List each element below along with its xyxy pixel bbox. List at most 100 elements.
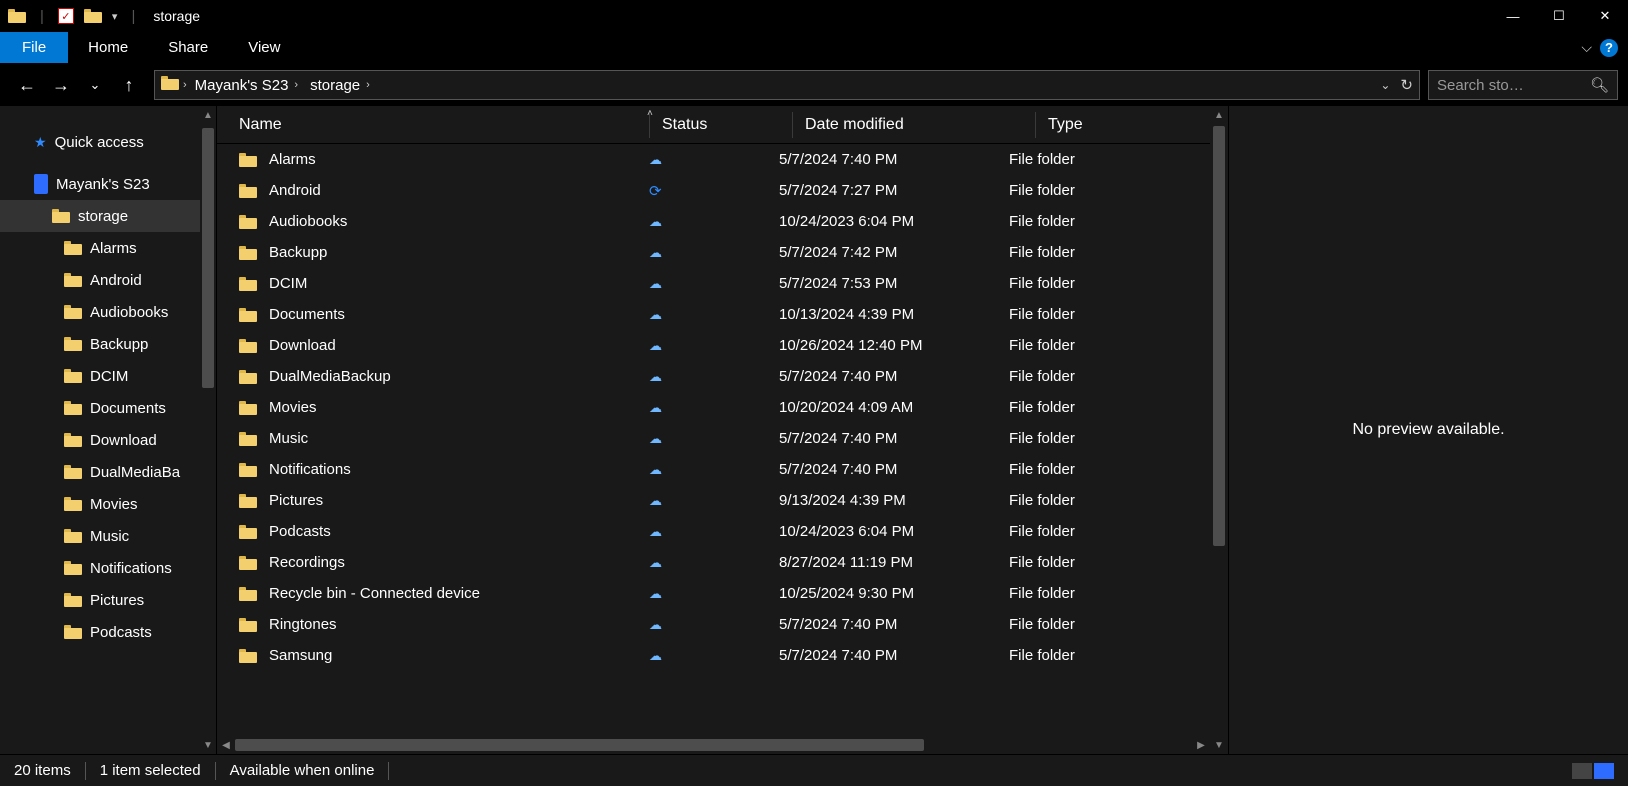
tree-storage[interactable]: storage (0, 200, 216, 232)
tree-item[interactable]: Download (0, 424, 216, 456)
table-row[interactable]: Recycle bin - Connected device☁10/25/202… (217, 578, 1210, 609)
tree-item[interactable]: Movies (0, 488, 216, 520)
file-type: File folder (1009, 399, 1159, 416)
folder-icon (239, 587, 257, 601)
horizontal-scrollbar[interactable]: ◀ ▶ (217, 736, 1210, 754)
tree-item[interactable]: Backupp (0, 328, 216, 360)
file-date: 5/7/2024 7:42 PM (779, 244, 1009, 261)
table-row[interactable]: Android⟳5/7/2024 7:27 PMFile folder (217, 175, 1210, 206)
column-date[interactable]: Date modified (805, 116, 1035, 134)
folder-icon (239, 649, 257, 663)
up-button[interactable]: ↑ (118, 75, 140, 96)
scroll-left-icon[interactable]: ◀ (217, 736, 235, 754)
qat-dropdown-icon[interactable]: ▾ (112, 10, 118, 23)
tab-file[interactable]: File (0, 32, 68, 63)
minimize-button[interactable]: — (1490, 0, 1536, 32)
table-row[interactable]: Ringtones☁5/7/2024 7:40 PMFile folder (217, 609, 1210, 640)
column-separator[interactable] (1035, 112, 1036, 138)
table-row[interactable]: Recordings☁8/27/2024 11:19 PMFile folder (217, 547, 1210, 578)
cloud-icon: ☁ (649, 400, 662, 415)
address-bar[interactable]: › Mayank's S23› storage› ⌄ ↻ (154, 70, 1420, 100)
file-type: File folder (1009, 523, 1159, 540)
column-name[interactable]: Name (239, 116, 649, 134)
tree-item[interactable]: Podcasts (0, 616, 216, 648)
tree-device[interactable]: Mayank's S23 (0, 168, 216, 200)
file-name: Podcasts (269, 523, 331, 540)
table-row[interactable]: DualMediaBackup☁5/7/2024 7:40 PMFile fol… (217, 361, 1210, 392)
tree-item[interactable]: DCIM (0, 360, 216, 392)
list-scrollbar[interactable]: ▲ ▼ (1210, 106, 1228, 754)
scroll-right-icon[interactable]: ▶ (1192, 736, 1210, 754)
maximize-button[interactable]: ☐ (1536, 0, 1582, 32)
column-label: Date modified (805, 116, 904, 133)
table-row[interactable]: Backupp☁5/7/2024 7:42 PMFile folder (217, 237, 1210, 268)
file-date: 10/20/2024 4:09 AM (779, 399, 1009, 416)
tree-quick-access[interactable]: ★ Quick access (0, 126, 216, 158)
column-type[interactable]: Type (1048, 116, 1198, 134)
properties-icon[interactable]: ✓ (58, 8, 74, 24)
view-details-button[interactable] (1572, 763, 1592, 779)
ribbon-expand-icon[interactable]: ⌵ (1581, 39, 1592, 56)
tree-item[interactable]: Documents (0, 392, 216, 424)
column-status[interactable]: Status (662, 116, 792, 134)
table-row[interactable]: Music☁5/7/2024 7:40 PMFile folder (217, 423, 1210, 454)
scroll-down-icon[interactable]: ▼ (1210, 736, 1228, 754)
chevron-right-icon[interactable]: › (366, 79, 370, 91)
scroll-down-icon[interactable]: ▼ (200, 736, 216, 754)
cloud-icon: ☁ (649, 245, 662, 260)
cloud-icon: ☁ (649, 276, 662, 291)
table-row[interactable]: DCIM☁5/7/2024 7:53 PMFile folder (217, 268, 1210, 299)
folder-icon (64, 401, 82, 415)
separator (215, 762, 216, 780)
tree-item[interactable]: Pictures (0, 584, 216, 616)
file-date: 5/7/2024 7:27 PM (779, 182, 1009, 199)
table-row[interactable]: Audiobooks☁10/24/2023 6:04 PMFile folder (217, 206, 1210, 237)
file-type: File folder (1009, 647, 1159, 664)
tree-item[interactable]: DualMediaBa (0, 456, 216, 488)
back-button[interactable]: ← (16, 75, 38, 96)
tree-item[interactable]: Android (0, 264, 216, 296)
view-large-button[interactable] (1594, 763, 1614, 779)
scroll-up-icon[interactable]: ▲ (200, 106, 216, 124)
column-separator[interactable] (792, 112, 793, 138)
breadcrumb[interactable]: Mayank's S23› (191, 77, 302, 94)
scroll-thumb[interactable] (202, 128, 214, 388)
scroll-thumb[interactable] (1213, 126, 1225, 546)
refresh-icon[interactable]: ↻ (1400, 76, 1413, 94)
address-dropdown-icon[interactable]: ⌄ (1380, 78, 1390, 92)
table-row[interactable]: Alarms☁5/7/2024 7:40 PMFile folder (217, 144, 1210, 175)
table-row[interactable]: Podcasts☁10/24/2023 6:04 PMFile folder (217, 516, 1210, 547)
tree-item[interactable]: Alarms (0, 232, 216, 264)
table-row[interactable]: Samsung☁5/7/2024 7:40 PMFile folder (217, 640, 1210, 671)
breadcrumb[interactable]: storage› (306, 77, 374, 94)
table-row[interactable]: Pictures☁9/13/2024 4:39 PMFile folder (217, 485, 1210, 516)
table-row[interactable]: Movies☁10/20/2024 4:09 AMFile folder (217, 392, 1210, 423)
table-row[interactable]: Notifications☁5/7/2024 7:40 PMFile folde… (217, 454, 1210, 485)
tree-item[interactable]: Music (0, 520, 216, 552)
file-type: File folder (1009, 244, 1159, 261)
table-row[interactable]: Documents☁10/13/2024 4:39 PMFile folder (217, 299, 1210, 330)
tree-item[interactable]: Notifications (0, 552, 216, 584)
tab-home[interactable]: Home (68, 32, 148, 63)
tree-item[interactable]: Audiobooks (0, 296, 216, 328)
tree-scrollbar[interactable]: ▲ ▼ (200, 106, 216, 754)
file-name: Ringtones (269, 616, 337, 633)
chevron-right-icon[interactable]: › (183, 79, 187, 91)
scroll-up-icon[interactable]: ▲ (1210, 106, 1228, 124)
scroll-thumb[interactable] (235, 739, 924, 751)
folder-icon (239, 401, 257, 415)
chevron-right-icon[interactable]: › (294, 79, 298, 91)
recent-dropdown-icon[interactable]: ⌄ (84, 77, 106, 93)
close-button[interactable]: ✕ (1582, 0, 1628, 32)
window-title: storage (153, 8, 200, 24)
search-input[interactable]: Search sto… 🔍︎ (1428, 70, 1618, 100)
tab-share[interactable]: Share (148, 32, 228, 63)
table-row[interactable]: Download☁10/26/2024 12:40 PMFile folder (217, 330, 1210, 361)
help-icon[interactable]: ? (1600, 39, 1618, 57)
new-folder-icon[interactable] (84, 7, 102, 25)
file-type: File folder (1009, 151, 1159, 168)
forward-button[interactable]: → (50, 75, 72, 96)
tab-view[interactable]: View (228, 32, 300, 63)
file-name: Download (269, 337, 336, 354)
cloud-icon: ☁ (649, 338, 662, 353)
